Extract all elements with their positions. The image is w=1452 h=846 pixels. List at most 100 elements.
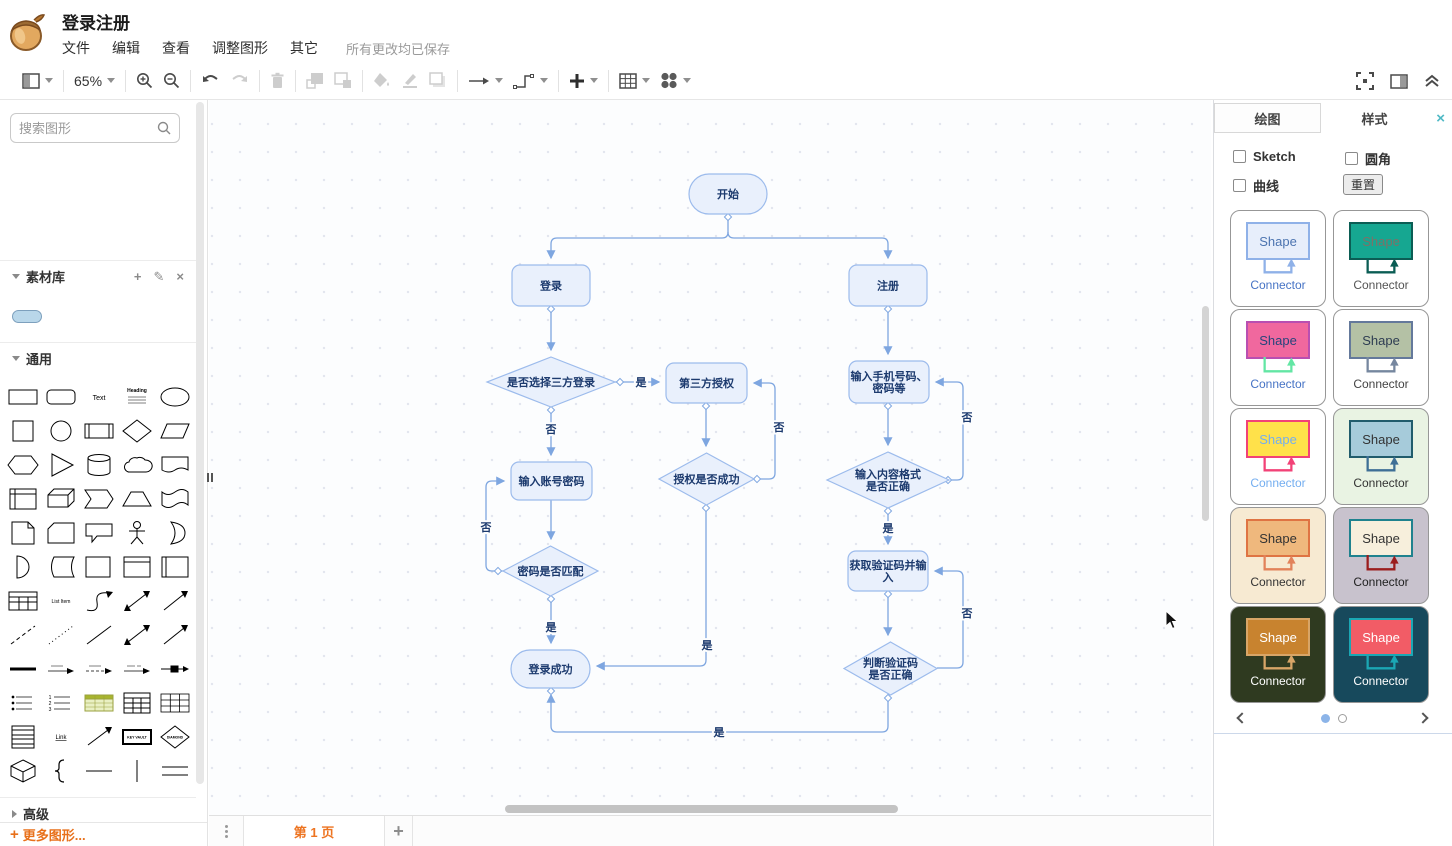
sketch-checkbox[interactable] [1233, 150, 1246, 163]
shape-cylinder[interactable] [80, 448, 118, 482]
style-card-7[interactable]: Shape Connector [1230, 507, 1326, 604]
curved-checkbox[interactable] [1233, 179, 1246, 192]
style-card-2[interactable]: Shape Connector [1333, 210, 1429, 307]
shape-table-title[interactable] [118, 686, 156, 720]
library-edit-button[interactable]: ✎ [154, 269, 165, 285]
curved-option[interactable]: 曲线 [1233, 176, 1279, 195]
add-page-button[interactable]: + [385, 816, 413, 846]
insert-button[interactable] [569, 73, 599, 89]
zoom-in-button[interactable] [136, 72, 153, 89]
library-add-button[interactable]: + [134, 269, 142, 285]
shape-list-item[interactable]: List Item [42, 584, 80, 618]
table-button[interactable] [619, 72, 651, 89]
shape-circle[interactable] [42, 414, 80, 448]
sidebar-collapse-handle[interactable] [205, 468, 214, 486]
shape-h-line[interactable] [80, 754, 118, 788]
shape-ellipse[interactable] [156, 380, 194, 414]
menu-view[interactable]: 查看 [162, 38, 190, 58]
shape-triangle[interactable] [42, 448, 80, 482]
shape-frame[interactable] [118, 550, 156, 584]
pages-menu-button[interactable] [209, 816, 243, 846]
shape-link[interactable]: Link [42, 720, 80, 754]
shape-arrow-line[interactable] [156, 618, 194, 652]
pager-dot[interactable] [1337, 713, 1347, 723]
shape-double-arrow[interactable] [118, 618, 156, 652]
shape-bullet-list[interactable] [4, 686, 42, 720]
shape-bidir-arrow[interactable] [118, 584, 156, 618]
shape-or[interactable] [156, 516, 194, 550]
library-close-button[interactable]: × [176, 269, 184, 285]
shape-and[interactable] [4, 550, 42, 584]
shape-table-green[interactable] [80, 686, 118, 720]
section-general[interactable]: 通用 [0, 342, 196, 374]
shape-container[interactable] [80, 550, 118, 584]
shape-step[interactable] [80, 482, 118, 516]
collapse-toolbar-button[interactable] [1424, 74, 1440, 88]
flow-edge[interactable] [934, 377, 964, 481]
shape-labeled-diamond[interactable]: DIAMOND [156, 720, 194, 754]
flow-edge[interactable] [933, 566, 964, 669]
flow-edge[interactable] [546, 214, 729, 260]
menu-arrange[interactable]: 调整图形 [212, 38, 268, 58]
library-shape-rounded[interactable] [12, 310, 42, 323]
shape-parallelogram[interactable] [156, 414, 194, 448]
shape-process[interactable] [80, 414, 118, 448]
shape-keyvault[interactable]: KEY VAULT [118, 720, 156, 754]
shape-rounded[interactable] [42, 380, 80, 414]
shape-internal-storage[interactable] [4, 482, 42, 516]
flow-edge[interactable] [752, 378, 776, 480]
line-color-button[interactable] [401, 72, 419, 89]
shadow-button[interactable] [429, 72, 447, 89]
style-card-1[interactable]: Shape Connector [1230, 210, 1326, 307]
shape-tape[interactable] [156, 482, 194, 516]
connection-arrow-button[interactable] [468, 75, 504, 87]
zoom-select[interactable]: 65% [74, 73, 116, 89]
flow-edge[interactable] [595, 505, 707, 671]
shape-box-arrow[interactable] [156, 652, 194, 686]
to-front-button[interactable] [306, 72, 324, 89]
shape-double-line[interactable] [156, 754, 194, 788]
shape-numbered-list[interactable]: 123 [42, 686, 80, 720]
tab-diagram[interactable]: 绘图 [1214, 103, 1321, 133]
shape-data-storage[interactable] [42, 550, 80, 584]
shape-solid-line[interactable] [80, 618, 118, 652]
diagram-canvas[interactable]: 开始 登录 注册 是否选择三方登录 第三方授权 输入手机号码、密码等 输入账号密码 授权是否成… [209, 100, 1211, 815]
shape-curve[interactable] [80, 584, 118, 618]
style-card-3[interactable]: Shape Connector [1230, 309, 1326, 406]
page-tab-1[interactable]: 第 1 页 [243, 816, 385, 846]
canvas-horizontal-scrollbar[interactable] [505, 805, 898, 813]
shape-cloud[interactable] [118, 448, 156, 482]
shape-titled-list[interactable] [4, 720, 42, 754]
shape-label-arrow3[interactable] [118, 652, 156, 686]
shape-cube[interactable] [42, 482, 80, 516]
to-back-button[interactable] [334, 72, 352, 89]
style-card-8[interactable]: Shape Connector [1333, 507, 1429, 604]
close-panel-button[interactable]: × [1436, 110, 1445, 127]
style-card-4[interactable]: Shape Connector [1333, 309, 1429, 406]
menu-extras[interactable]: 其它 [290, 38, 318, 58]
shape-brace[interactable] [42, 754, 80, 788]
shape-document[interactable] [156, 448, 194, 482]
style-card-6[interactable]: Shape Connector [1333, 408, 1429, 505]
shape-diag-arrow[interactable] [156, 584, 194, 618]
shape-diamond[interactable] [118, 414, 156, 448]
zoom-out-button[interactable] [163, 72, 180, 89]
shape-thick-line[interactable] [4, 652, 42, 686]
shape-v-line[interactable] [118, 754, 156, 788]
style-card-9[interactable]: Shape Connector [1230, 606, 1326, 703]
flow-edge[interactable] [727, 231, 893, 260]
style-card-5[interactable]: Shape Connector [1230, 408, 1326, 505]
shape-heading[interactable]: Heading [118, 380, 156, 414]
shape-label-arrow2[interactable] [80, 652, 118, 686]
format-panel-toggle-button[interactable] [1390, 73, 1408, 89]
rounded-option[interactable]: 圆角 [1345, 149, 1391, 168]
sidebar-scrollbar[interactable] [196, 102, 204, 784]
reset-button[interactable]: 重置 [1343, 174, 1383, 195]
shape-vframe[interactable] [156, 550, 194, 584]
pager-dot-active[interactable] [1320, 713, 1330, 723]
shape-rect[interactable] [4, 380, 42, 414]
shape-dotted-line[interactable] [42, 618, 80, 652]
shape-text[interactable]: Text [80, 380, 118, 414]
shape-trapezoid[interactable] [118, 482, 156, 516]
shape-diag-line[interactable] [80, 720, 118, 754]
